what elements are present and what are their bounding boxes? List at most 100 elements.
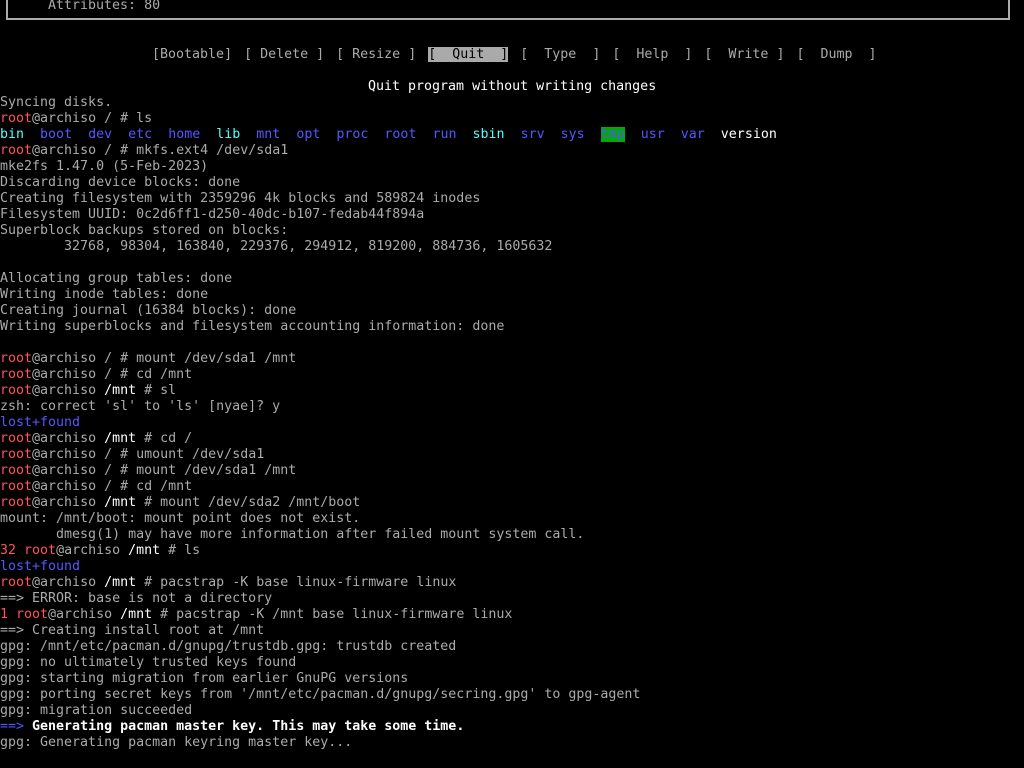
arrow: ==> [0,719,33,734]
ls-entry: sbin [472,127,505,142]
command-text: # ls [160,543,201,558]
output-text: gpg: /mnt/etc/pacman.d/gnupg/trustdb.gpg… [0,639,457,654]
command-text: # cd / [136,431,193,446]
menu-dump[interactable]: [ Dump ] [796,47,876,62]
command-text: # mount /dev/sda2 /mnt/boot [136,495,361,510]
output-text: mount: /mnt/boot: mount point does not e… [0,511,361,526]
ls-entry: tmp [600,127,625,142]
terminal-line: gpg: Generating pacman keyring master ke… [0,735,352,751]
output-text: gpg: migration succeeded [0,703,193,718]
terminal-line: Writing inode tables: done [0,287,208,303]
output-text: dmesg(1) may have more information after… [0,527,585,542]
menu-bootable[interactable]: [Bootable] [152,47,232,62]
ls-entry: usr [640,127,665,142]
menu-write[interactable]: [ Write ] [704,47,784,62]
ls-gap [152,127,168,142]
prompt-user: root [0,495,33,510]
output-text: Creating journal (16384 blocks): done [0,303,297,318]
output-text: ==> Creating install root at /mnt [0,623,265,638]
ls-gap [72,127,88,142]
ls-gap [368,127,384,142]
command-text: # umount /dev/sda1 [112,447,265,462]
ls-entry: opt [296,127,321,142]
menu-hint-text: Quit program without writing changes [368,79,657,94]
prompt-cwd: / [104,351,113,366]
ls-entry: home [168,127,201,142]
terminal-line: Creating journal (16384 blocks): done [0,303,296,319]
command-text: # pacstrap -K base linux-firmware linux [136,575,457,590]
ls-gap [545,127,561,142]
terminal-line: Creating filesystem with 2359296 4k bloc… [0,191,480,207]
prompt-user: root [24,543,57,558]
command-text: # mount /dev/sda1 /mnt [112,351,297,366]
menu-type[interactable]: [ Type ] [520,47,600,62]
prompt-cwd: / [104,367,113,382]
terminal-line: root@archiso / # umount /dev/sda1 [0,447,264,463]
terminal-line: root@archiso / # mkfs.ext4 /dev/sda1 [0,143,288,159]
ls-entry: var [680,127,705,142]
terminal-line: ==> Generating pacman master key. This m… [0,719,464,735]
prompt-host: @archiso [32,495,105,510]
dir-entry: lost+found [0,559,81,574]
prompt-cwd: / [104,479,113,494]
prompt-host: @archiso [32,111,105,126]
prompt-user: root [0,479,33,494]
ls-gap [505,127,521,142]
ls-gap [457,127,473,142]
output-text: gpg: Generating pacman keyring master ke… [0,735,353,750]
ls-gap [24,127,40,142]
prompt-host: @archiso [32,367,105,382]
ls-gap [625,127,641,142]
prompt-user: root [0,367,33,382]
exit-code: 32 [0,543,25,558]
terminal-line: Writing superblocks and filesystem accou… [0,319,504,335]
ls-entry: run [432,127,457,142]
ls-entry: root [384,127,417,142]
output-text: Discarding device blocks: done [0,175,241,190]
command-text: # mkfs.ext4 /dev/sda1 [112,143,289,158]
ls-gap [240,127,256,142]
terminal-line: Filesystem UUID: 0c2d6ff1-d250-40dc-b107… [0,207,424,223]
ls-entry: proc [336,127,369,142]
terminal-line: bin boot dev etc home lib mnt opt proc r… [0,127,777,143]
menu-quit[interactable]: [ Quit ] [428,47,509,62]
output-text: Syncing disks. [0,95,113,110]
prompt-cwd: /mnt [128,543,161,558]
command-text: # mount /dev/sda1 /mnt [112,463,297,478]
prompt-user: root [0,431,33,446]
prompt-cwd: / [104,143,113,158]
command-text: # sl [136,383,177,398]
terminal-line: gpg: /mnt/etc/pacman.d/gnupg/trustdb.gpg… [0,639,456,655]
terminal-line: gpg: migration succeeded [0,703,192,719]
menu-resize[interactable]: [ Resize ] [336,47,416,62]
terminal-line: lost+found [0,559,80,575]
menu-help[interactable]: [ Help ] [612,47,692,62]
prompt-cwd: / [104,447,113,462]
prompt-user: root [0,143,33,158]
terminal-line: root@archiso / # cd /mnt [0,367,192,383]
terminal-line: Allocating group tables: done [0,271,232,287]
ls-entry: boot [40,127,73,142]
prompt-user: root [0,351,33,366]
ls-entry: version [720,127,777,142]
cfdisk-menu-bar: [Bootable] [ Delete ] [ Resize ] [ Quit ] [ … [136,31,877,62]
terminal-line: root@archiso /mnt # sl [0,383,176,399]
terminal-line: root@archiso / # mount /dev/sda1 /mnt [0,351,296,367]
terminal-line: root@archiso /mnt # pacstrap -K base lin… [0,575,456,591]
command-text: # pacstrap -K /mnt base linux-firmware l… [152,607,513,622]
prompt-user: root [0,111,33,126]
prompt-cwd: /mnt [104,575,137,590]
prompt-user: root [0,463,33,478]
partition-info-box: Attributes: 80 [6,0,1010,20]
terminal-line: 1 root@archiso /mnt # pacstrap -K /mnt b… [0,607,512,623]
ls-gap [705,127,721,142]
prompt-cwd: /mnt [120,607,153,622]
prompt-host: @archiso [32,575,105,590]
terminal-line: Discarding device blocks: done [0,175,240,191]
ls-entry: etc [128,127,153,142]
menu-delete[interactable]: [ Delete ] [244,47,324,62]
prompt-cwd: / [104,111,113,126]
terminal-line: mount: /mnt/boot: mount point does not e… [0,511,360,527]
output-text: Creating filesystem with 2359296 4k bloc… [0,191,481,206]
ls-entry: lib [216,127,241,142]
